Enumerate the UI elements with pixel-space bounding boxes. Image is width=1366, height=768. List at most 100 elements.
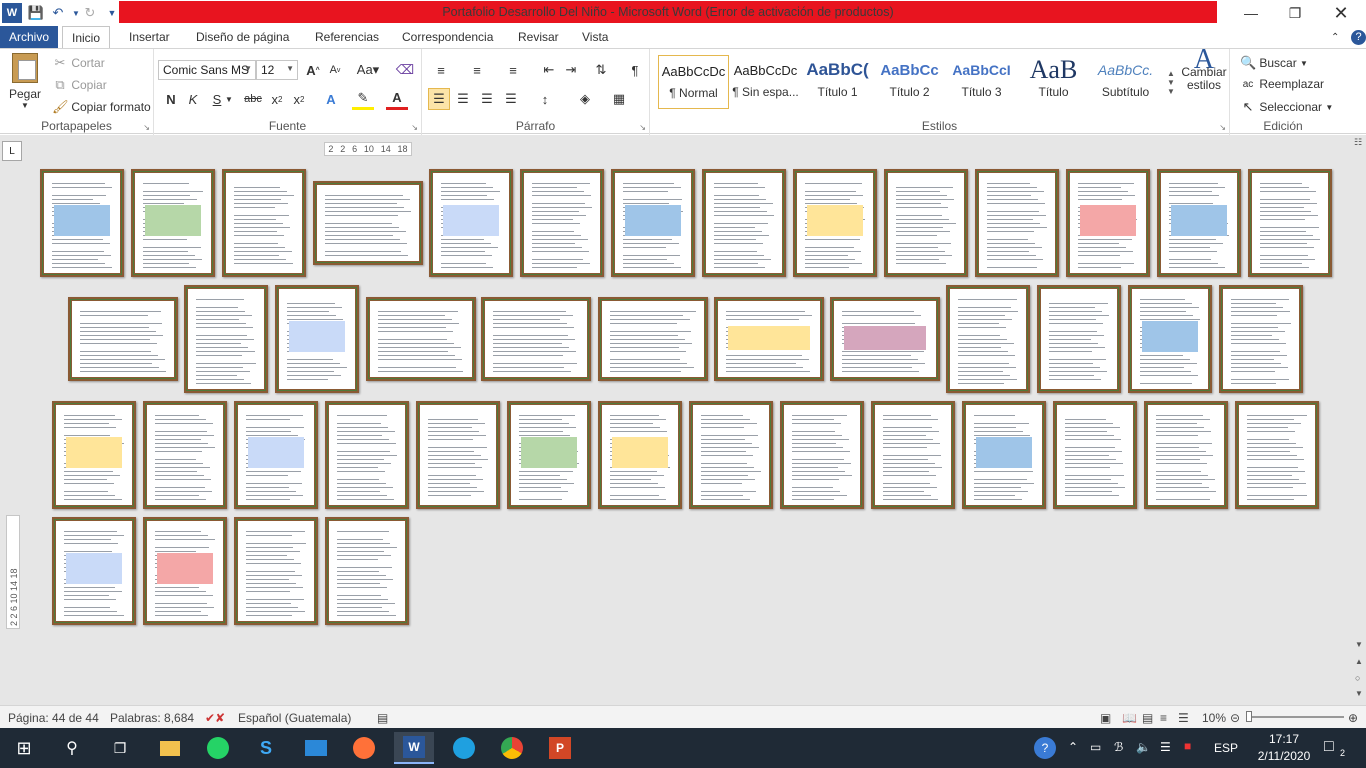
page-thumbnail[interactable] bbox=[184, 285, 268, 393]
chrome-icon[interactable] bbox=[492, 732, 532, 764]
tab-referencias[interactable]: Referencias bbox=[306, 26, 388, 48]
zoom-in-icon[interactable]: ⊕ bbox=[1348, 711, 1358, 725]
zoom-slider-thumb[interactable] bbox=[1246, 711, 1252, 722]
cut-button[interactable]: ✂ Cortar bbox=[52, 55, 105, 71]
redo-icon[interactable]: ↻ bbox=[80, 3, 100, 23]
align-left-icon[interactable]: ☰ bbox=[428, 88, 450, 110]
outline-icon[interactable]: ≡ bbox=[1160, 711, 1167, 725]
page-thumbnail[interactable] bbox=[234, 401, 318, 509]
tab-diseno-pagina[interactable]: Diseño de página bbox=[187, 26, 298, 48]
tab-archivo[interactable]: Archivo bbox=[0, 26, 59, 48]
page-thumbnail[interactable] bbox=[520, 169, 604, 277]
proofing-icon[interactable]: ✔✘ bbox=[205, 711, 225, 725]
bullets-icon[interactable]: ≡ bbox=[430, 59, 452, 81]
font-family-combo[interactable]: Comic Sans MS ▼ bbox=[158, 60, 256, 80]
page-thumbnail[interactable] bbox=[1235, 401, 1319, 509]
format-painter-button[interactable]: 🖌 Copiar formato bbox=[52, 99, 151, 115]
whatsapp-icon[interactable] bbox=[198, 732, 238, 764]
edge-icon[interactable] bbox=[444, 732, 484, 764]
page-thumbnail[interactable] bbox=[793, 169, 877, 277]
battery-icon[interactable]: ▭ bbox=[1090, 740, 1101, 754]
page-thumbnail[interactable] bbox=[234, 517, 318, 625]
document-area[interactable]: L 2 2 6 10 14 18 2 2 6 10 14 18 ☷ ▼ ▲ ○ … bbox=[0, 135, 1366, 705]
tab-revisar[interactable]: Revisar bbox=[509, 26, 568, 48]
help-tray-icon[interactable]: ? bbox=[1030, 732, 1060, 764]
chevron-down-icon[interactable]: ▼ bbox=[224, 88, 234, 110]
font-size-combo[interactable]: 12 ▼ bbox=[256, 60, 298, 80]
styles-launcher-icon[interactable]: ↘ bbox=[1219, 123, 1226, 132]
replace-button[interactable]: ac Reemplazar bbox=[1240, 77, 1324, 91]
text-effects-icon[interactable]: A bbox=[320, 88, 342, 110]
word-taskbar-icon[interactable]: W bbox=[394, 732, 434, 764]
paste-button[interactable]: Pegar ▼ bbox=[6, 53, 44, 110]
app-s-icon[interactable]: S bbox=[246, 732, 286, 764]
page-thumbnail[interactable] bbox=[830, 297, 940, 381]
page-thumbnail[interactable] bbox=[1066, 169, 1150, 277]
zoom-level[interactable]: 10% bbox=[1202, 711, 1226, 725]
page-thumbnail[interactable] bbox=[131, 169, 215, 277]
find-button[interactable]: 🔍 Buscar ▼ bbox=[1240, 55, 1308, 71]
page-thumbnail[interactable] bbox=[780, 401, 864, 509]
page-thumbnail[interactable] bbox=[884, 169, 968, 277]
change-case-icon[interactable]: Aa▾ bbox=[354, 59, 382, 81]
font-color-icon[interactable]: A bbox=[386, 88, 408, 110]
powerpoint-icon[interactable]: P bbox=[540, 732, 580, 764]
search-icon[interactable]: ⚲ bbox=[52, 732, 92, 764]
tab-correspondencia[interactable]: Correspondencia bbox=[393, 26, 502, 48]
bluetooth-icon[interactable]: ℬ bbox=[1114, 740, 1123, 754]
page-thumbnail[interactable] bbox=[1128, 285, 1212, 393]
tray-chevron-icon[interactable]: ⌃ bbox=[1068, 740, 1078, 754]
help-icon[interactable]: ? bbox=[1342, 26, 1366, 48]
notifications-icon[interactable]: □ bbox=[1324, 738, 1334, 756]
clock-date[interactable]: 2/11/2020 bbox=[1248, 749, 1320, 763]
previous-page-icon[interactable]: ▲ bbox=[1355, 657, 1363, 666]
font-launcher-icon[interactable]: ↘ bbox=[411, 123, 418, 132]
style-normal[interactable]: AaBbCcDc ¶ Normal bbox=[658, 55, 729, 109]
word-count[interactable]: Palabras: 8,684 bbox=[110, 711, 194, 725]
page-thumbnail[interactable] bbox=[598, 297, 708, 381]
clear-format-icon[interactable]: ⌫ bbox=[394, 59, 416, 81]
network-icon[interactable]: ☰ bbox=[1160, 740, 1171, 754]
print-layout-icon[interactable]: ▣ bbox=[1100, 711, 1111, 725]
page-thumbnail[interactable] bbox=[325, 517, 409, 625]
style-titulo-3[interactable]: AaBbCcI Título 3 bbox=[946, 55, 1017, 109]
page-thumbnail[interactable] bbox=[1157, 169, 1241, 277]
tab-inicio[interactable]: Inicio bbox=[62, 26, 111, 48]
shrink-font-icon[interactable]: Av bbox=[324, 59, 346, 81]
browse-object-icon[interactable]: ○ bbox=[1355, 673, 1360, 683]
scroll-down-icon[interactable]: ▼ bbox=[1355, 640, 1363, 649]
page-thumbnail[interactable] bbox=[275, 285, 359, 393]
vertical-ruler[interactable]: 2 2 6 10 14 18 bbox=[6, 515, 20, 629]
page-thumbnail[interactable] bbox=[313, 181, 423, 265]
page-thumbnail[interactable] bbox=[689, 401, 773, 509]
page-thumbnail[interactable] bbox=[598, 401, 682, 509]
align-right-icon[interactable]: ☰ bbox=[476, 88, 498, 110]
language-status[interactable]: Español (Guatemala) bbox=[238, 711, 351, 725]
tab-insertar[interactable]: Insertar bbox=[120, 26, 179, 48]
view-ruler-icon[interactable]: ☷ bbox=[1354, 137, 1362, 148]
style-titulo[interactable]: AaB Título bbox=[1018, 55, 1089, 109]
page-thumbnail[interactable] bbox=[1037, 285, 1121, 393]
italic-icon[interactable]: K bbox=[182, 88, 204, 110]
mail-icon[interactable] bbox=[296, 732, 336, 764]
style-titulo-2[interactable]: AaBbCc Título 2 bbox=[874, 55, 945, 109]
page-thumbnail[interactable] bbox=[507, 401, 591, 509]
page-thumbnail[interactable] bbox=[416, 401, 500, 509]
file-explorer-icon[interactable] bbox=[150, 732, 190, 764]
highlight-icon[interactable]: ✎ bbox=[352, 88, 374, 110]
clipboard-launcher-icon[interactable]: ↘ bbox=[143, 123, 150, 132]
page-thumbnail[interactable] bbox=[946, 285, 1030, 393]
grow-font-icon[interactable]: A ^ bbox=[302, 59, 324, 81]
paragraph-launcher-icon[interactable]: ↘ bbox=[639, 123, 646, 132]
strikethrough-icon[interactable]: abc bbox=[242, 88, 264, 110]
page-thumbnail[interactable] bbox=[975, 169, 1059, 277]
page-thumbnail[interactable] bbox=[366, 297, 476, 381]
page-thumbnail[interactable] bbox=[429, 169, 513, 277]
copy-button[interactable]: ⧉ Copiar bbox=[52, 77, 106, 93]
task-view-icon[interactable]: ❐ bbox=[100, 732, 140, 764]
draft-icon[interactable]: ☰ bbox=[1178, 711, 1189, 725]
page-thumbnail[interactable] bbox=[68, 297, 178, 381]
full-screen-reading-icon[interactable]: 📖 bbox=[1122, 711, 1137, 725]
page-thumbnail[interactable] bbox=[1219, 285, 1303, 393]
zoom-slider[interactable] bbox=[1248, 716, 1344, 718]
